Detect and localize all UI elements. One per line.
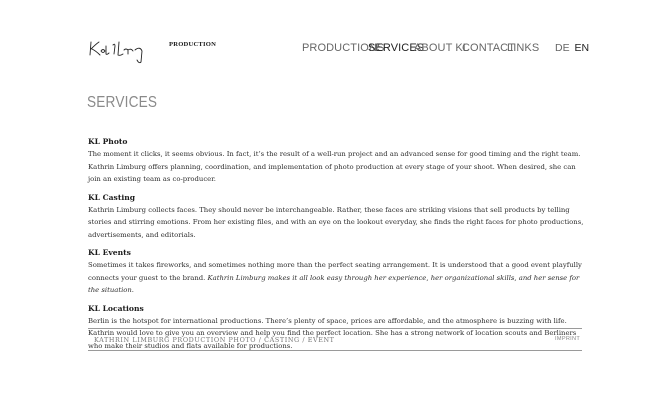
section-text: The moment it clicks, it seems obvious. …: [88, 150, 581, 183]
section-text: Kathrin Limburg collects faces. They sho…: [88, 205, 584, 239]
section-kl-casting: KL Casting Kathrin Limburg collects face…: [88, 192, 584, 242]
signature-logo: [89, 41, 143, 64]
nav-item-links[interactable]: LINKS: [507, 42, 539, 54]
section-title: KL Events: [88, 248, 131, 257]
footer-top-rule: [88, 328, 582, 329]
section-kl-photo: KL Photo The moment it clicks, it seems …: [88, 136, 584, 186]
services-content: KL Photo The moment it clicks, it seems …: [88, 136, 584, 358]
section-kl-events: KL Events Sometimes it takes fireworks, …: [88, 247, 584, 297]
nav-item-about-kl[interactable]: ABOUT KL: [414, 42, 469, 54]
language-switcher: DE EN: [555, 42, 589, 54]
page-title: SERVICES: [87, 94, 158, 111]
section-text: Sometimes it takes fireworks, and someti…: [88, 259, 584, 297]
section-title: KL Locations: [88, 303, 144, 313]
lang-en[interactable]: EN: [575, 42, 590, 54]
section-text: Berlin is the hotspot for international …: [88, 316, 577, 350]
logo-production-label: PRODUCTION: [169, 41, 217, 48]
lang-de[interactable]: DE: [555, 42, 570, 54]
footer-bottom-rule: [88, 350, 582, 351]
footer-text: KATHRIN LIMBURG PRODUCTION PHOTO / CASTI…: [94, 336, 335, 344]
section-title: KL Photo: [88, 137, 128, 146]
section-title: KL Casting: [88, 192, 136, 202]
logo[interactable]: PRODUCTION: [88, 38, 217, 64]
imprint-link[interactable]: IMPRINT: [555, 336, 580, 342]
